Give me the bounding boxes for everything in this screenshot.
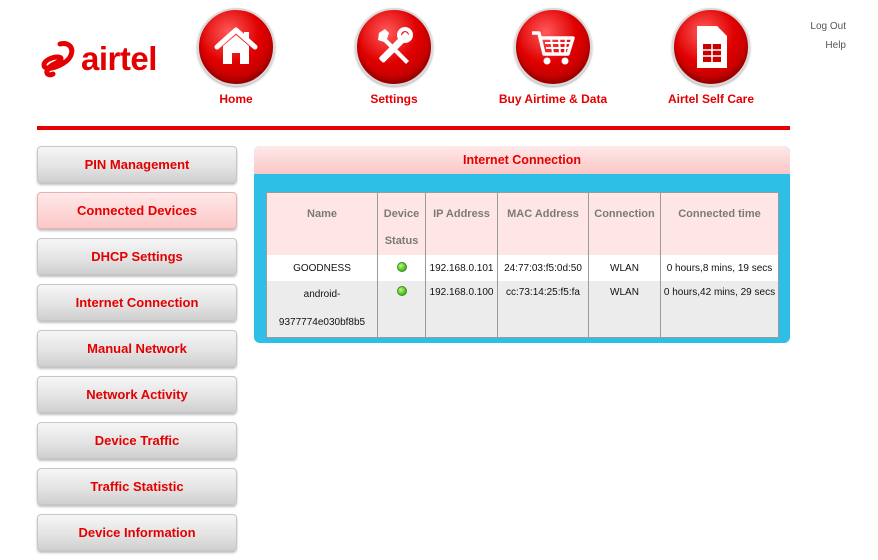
header-divider (37, 126, 790, 130)
sidebar-item-dhcp-settings[interactable]: DHCP Settings (37, 238, 237, 275)
col-header-name: Name (266, 192, 378, 255)
col-header-connection: Connection (588, 192, 661, 255)
device-name-line1: android- (303, 289, 341, 300)
table-row: GOODNESS 192.168.0.101 24:77:03:f5:0d:50… (266, 255, 779, 281)
nav-buy-airtime-label: Buy Airtime & Data (498, 92, 608, 106)
device-ip: 192.168.0.100 (425, 281, 498, 338)
device-name: android- 9377774e030bf8b5 (266, 281, 378, 338)
device-name: GOODNESS (266, 255, 378, 281)
status-online-icon (396, 286, 407, 296)
col-header-connected-time: Connected time (660, 192, 779, 255)
sim-card-icon (672, 8, 750, 86)
device-ip: 192.168.0.101 (425, 255, 498, 281)
account-links: Log Out Help (810, 17, 846, 55)
devices-table: Name Device Status IP Address MAC Address… (266, 192, 779, 338)
sidebar-item-traffic-statistic[interactable]: Traffic Statistic (37, 468, 237, 505)
device-status-cell (377, 281, 426, 338)
device-connected-time: 0 hours,42 mins, 29 secs (660, 281, 779, 338)
nav-settings-label: Settings (370, 92, 418, 106)
device-mac: 24:77:03:f5:0d:50 (497, 255, 589, 281)
nav-buy-airtime[interactable]: Buy Airtime & Data (498, 8, 608, 106)
nav-home-label: Home (219, 92, 253, 106)
airtel-logo[interactable]: airtel (38, 38, 157, 78)
settings-tools-icon (355, 8, 433, 86)
device-mac: cc:73:14:25:f5:fa (497, 281, 589, 338)
shopping-cart-icon (514, 8, 592, 86)
logout-link[interactable]: Log Out (810, 17, 846, 36)
device-connection: WLAN (588, 255, 661, 281)
device-connected-time: 0 hours,8 mins, 19 secs (660, 255, 779, 281)
help-link[interactable]: Help (810, 36, 846, 55)
nav-self-care[interactable]: Airtel Self Care (656, 8, 766, 106)
sidebar-item-device-traffic[interactable]: Device Traffic (37, 422, 237, 459)
sidebar-item-manual-network[interactable]: Manual Network (37, 330, 237, 367)
nav-settings[interactable]: Settings (339, 8, 449, 106)
connected-devices-panel: Internet Connection Name Device Status IP… (254, 146, 790, 343)
airtel-swirl-icon (41, 41, 75, 78)
sidebar-item-pin-management[interactable]: PIN Management (37, 146, 237, 183)
sidebar-item-network-activity[interactable]: Network Activity (37, 376, 237, 413)
col-header-mac-address: MAC Address (497, 192, 589, 255)
col-header-ip-address: IP Address (425, 192, 498, 255)
col-header-device-status: Device Status (377, 192, 426, 255)
sidebar: PIN Management Connected Devices DHCP Se… (37, 146, 237, 560)
sidebar-item-connected-devices[interactable]: Connected Devices (37, 192, 237, 229)
home-icon (197, 8, 275, 86)
sidebar-item-device-information[interactable]: Device Information (37, 514, 237, 551)
device-status-cell (377, 255, 426, 281)
panel-title: Internet Connection (254, 146, 790, 174)
nav-home[interactable]: Home (181, 8, 291, 106)
sidebar-item-internet-connection[interactable]: Internet Connection (37, 284, 237, 321)
device-connection: WLAN (588, 281, 661, 338)
device-name-line2: 9377774e030bf8b5 (278, 317, 366, 328)
status-online-icon (396, 262, 407, 272)
airtel-wordmark: airtel (81, 39, 157, 77)
table-row: android- 9377774e030bf8b5 192.168.0.100 … (266, 281, 779, 338)
nav-self-care-label: Airtel Self Care (667, 92, 755, 106)
